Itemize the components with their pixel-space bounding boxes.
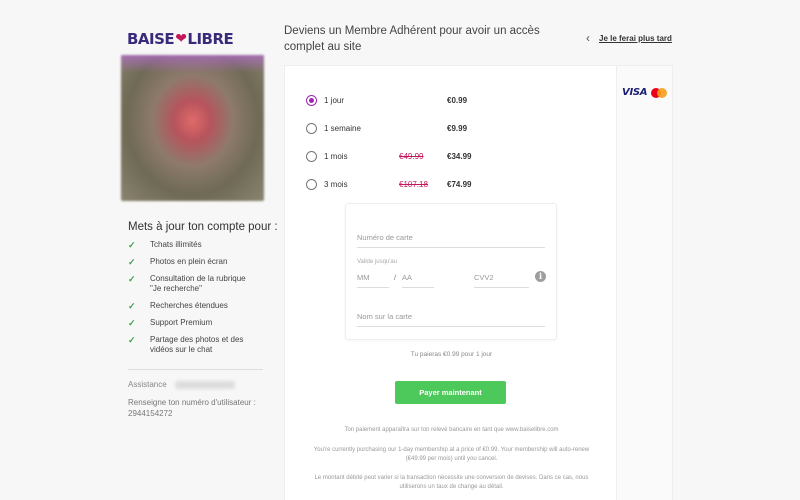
field-underline [357,326,545,327]
upgrade-title: Mets à jour ton compte pour : [128,221,278,233]
plan-option-1-week[interactable]: 1 semaine €9.99 [306,114,606,142]
feature-item: ✓ Recherches étendues [128,301,258,311]
feature-label: Partage des photos et des vidéos sur le … [150,335,244,354]
plan-old-price: €107.18 [399,179,428,189]
field-underline [357,247,545,248]
assistance-contact-blurred [174,380,235,389]
valid-until-label: Valide jusqu'au [357,259,398,265]
sidebar-divider [128,369,263,370]
check-icon: ✓ [128,301,136,311]
user-number: 2944154272 [128,409,173,418]
info-icon[interactable]: i [535,271,546,282]
visa-icon: VISA [622,87,648,98]
plan-label: 1 mois [324,151,348,161]
cardholder-name-field[interactable]: Nom sur la carte [357,312,412,321]
feature-label: Recherches étendues [150,301,228,310]
plan-label: 1 jour [324,95,345,105]
site-logo[interactable]: BAISE ❤ LIBRE [127,28,234,50]
feature-item: ✓ Tchats illimités [128,240,258,250]
user-number-label: Renseigne ton numéro d'utilisateur : [128,398,256,407]
plan-label: 3 mois [324,179,348,189]
feature-label: Photos en plein écran [150,257,228,266]
heart-icon: ❤ [175,31,187,47]
payment-summary: Tu paieras €0.99 pour 1 jour [410,351,493,358]
mastercard-icon [651,87,668,98]
feature-item: ✓ Support Premium [128,318,258,328]
check-icon: ✓ [128,318,136,328]
plan-radio[interactable] [306,150,317,162]
recurring-note: You're currently purchasing our 1-day me… [313,447,590,462]
feature-item: ✓ Partage des photos et des vidéos sur le… [128,335,258,355]
plan-radio[interactable] [306,122,317,134]
card-form: Numéro de carte Valide jusqu'au MM / AA … [345,203,557,340]
field-underline [402,287,434,288]
plan-radio[interactable] [306,178,317,190]
logo-word-1: BAISE [127,30,175,48]
expiry-separator: / [394,273,397,282]
plan-label: 1 semaine [324,123,361,133]
card-number-field[interactable]: Numéro de carte [357,233,413,242]
check-icon: ✓ [128,240,136,250]
features-list: ✓ Tchats illimités ✓ Photos en plein écran… [128,240,258,362]
expiry-month-field[interactable]: MM [357,273,370,282]
feature-label: Consultation de la rubrique "Je recherch… [150,274,246,293]
plan-price: €9.99 [447,123,468,133]
assistance: Assistance [128,380,235,389]
feature-label: Tchats illimités [150,240,202,249]
assistance-label: Assistance [128,380,167,389]
currency-note: Le montant débité peut varier si la tran… [314,475,589,490]
feature-item: ✓ Consultation de la rubrique "Je recherc… [128,274,258,294]
card-brands-panel [617,65,673,500]
plan-options: 1 jour €0.99 1 semaine €9.99 1 mois €49.… [306,86,606,198]
plan-old-price: €49.99 [399,151,424,161]
plan-price: €0.99 [447,95,468,105]
plan-option-1-month[interactable]: 1 mois €49.99 €34.99 [306,142,606,170]
user-number-block: Renseigne ton numéro d'utilisateur : 294… [128,397,256,419]
feature-label: Support Premium [150,318,213,327]
feature-item: ✓ Photos en plein écran [128,257,258,267]
card-brands: VISA [622,87,668,98]
check-icon: ✓ [128,335,136,345]
page-title: Deviens un Membre Adhérent pour avoir un… [284,25,540,53]
field-underline [357,287,389,288]
field-underline [474,287,529,288]
plan-price: €34.99 [447,151,472,161]
profile-photo [121,55,264,201]
pay-now-button[interactable]: Payer maintenant [395,381,506,404]
skip-later-label: Je le ferai plus tard [599,33,672,43]
logo-word-2: LIBRE [187,30,234,48]
plan-radio-selected[interactable] [306,94,317,106]
statement-note: Ton paiement apparaîtra sur ton relevé b… [344,427,559,433]
check-icon: ✓ [128,274,136,284]
chevron-left-icon: ‹ [586,31,590,45]
plan-option-1-day[interactable]: 1 jour €0.99 [306,86,606,114]
cvv-field[interactable]: CVV2 [474,273,494,282]
skip-later-link[interactable]: ‹ Je le ferai plus tard [586,31,672,45]
plan-option-3-months[interactable]: 3 mois €107.18 €74.99 [306,170,606,198]
payment-panel: 1 jour €0.99 1 semaine €9.99 1 mois €49.… [284,65,617,500]
check-icon: ✓ [128,257,136,267]
expiry-year-field[interactable]: AA [402,273,412,282]
plan-price: €74.99 [447,179,472,189]
